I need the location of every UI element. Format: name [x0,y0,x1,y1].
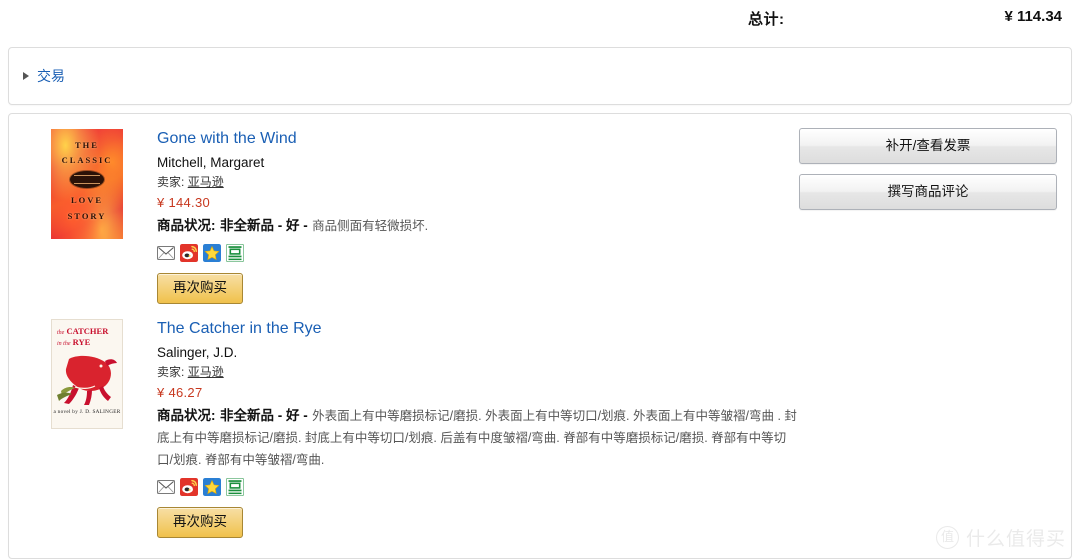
view-invoice-button[interactable]: 补开/查看发票 [799,128,1057,164]
product-price: ¥ 144.30 [157,195,211,210]
cover-word-catcher: CATCHER [66,326,109,336]
seller-line: 卖家: 亚马逊 [157,173,797,192]
order-history-page: 总计: ¥ 114.34 交易 THE CLASSIC LOVE STORY G… [0,0,1080,559]
product-thumbnail[interactable]: THE CLASSIC LOVE STORY [47,129,127,239]
product-info: Gone with the Wind Mitchell, Margaret 卖家… [157,129,797,304]
order-total-label: 总计: [748,11,785,28]
seller-label: 卖家: [157,175,185,189]
transactions-card: 交易 [8,47,1072,105]
cover-word-rye: RYE [72,337,91,347]
condition-block: 商品状况: 非全新品 - 好 - 外表面上有中等磨损标记/磨损. 外表面上有中等… [157,405,797,471]
order-items-card: THE CLASSIC LOVE STORY Gone with the Win… [8,113,1072,559]
seller-name-link[interactable]: 亚马逊 [188,365,224,379]
book-cover-catcher-in-the-rye: the CATCHER in the RYE a novel by J. D. … [51,319,123,429]
condition-block: 商品状况: 非全新品 - 好 - 商品侧面有轻微损坏. [157,215,797,237]
condition-label: 商品状况: [157,218,216,233]
cover-line-2: CLASSIC [61,155,113,165]
order-total-bar: 总计: ¥ 114.34 [0,0,1080,40]
email-share-icon[interactable] [157,244,175,262]
product-author: Mitchell, Margaret [157,155,265,170]
transactions-toggle[interactable]: 交易 [23,66,65,86]
seller-label: 卖家: [157,365,185,379]
transactions-label[interactable]: 交易 [37,66,65,86]
cover-author-credit: a novel by J. D. SALINGER [53,409,121,415]
product-author: Salinger, J.D. [157,345,238,360]
cover-line-2: in the RYE [57,337,91,347]
buy-again-button[interactable]: 再次购买 [157,273,243,304]
write-review-button[interactable]: 撰写商品评论 [799,174,1057,210]
product-title-link[interactable]: The Catcher in the Rye [157,319,322,339]
cover-line-1: the CATCHER [57,326,109,336]
cover-line-3: LOVE [70,195,104,205]
buy-again-button[interactable]: 再次购买 [157,507,243,538]
douban-share-icon[interactable] [226,478,244,496]
carousel-horse-illustration [57,355,117,405]
order-actions: 补开/查看发票 撰写商品评论 [799,128,1057,220]
share-icon-row [157,478,797,496]
qzone-share-icon[interactable] [203,478,221,496]
chevron-right-icon [23,72,29,80]
condition-description: 商品侧面有轻微损坏. [312,219,429,233]
condition-grade: 非全新品 - 好 - [219,408,308,423]
order-total-amount: ¥ 114.34 [1004,8,1062,25]
cover-line-1: THE [75,140,99,150]
seller-name-link[interactable]: 亚马逊 [188,175,224,189]
product-info: The Catcher in the Rye Salinger, J.D. 卖家… [157,319,797,538]
product-price: ¥ 46.27 [157,385,203,400]
product-title-link[interactable]: Gone with the Wind [157,129,297,149]
product-thumbnail[interactable]: the CATCHER in the RYE a novel by J. D. … [47,319,127,429]
cover-seal-badge [70,171,104,188]
cover-line-4: STORY [67,211,107,221]
sina-weibo-share-icon[interactable] [180,478,198,496]
condition-grade: 非全新品 - 好 - [219,218,308,233]
seller-line: 卖家: 亚马逊 [157,363,797,382]
condition-label: 商品状况: [157,408,216,423]
share-icon-row [157,244,797,262]
qzone-share-icon[interactable] [203,244,221,262]
book-cover-gone-with-the-wind: THE CLASSIC LOVE STORY [51,129,123,239]
douban-share-icon[interactable] [226,244,244,262]
email-share-icon[interactable] [157,478,175,496]
sina-weibo-share-icon[interactable] [180,244,198,262]
